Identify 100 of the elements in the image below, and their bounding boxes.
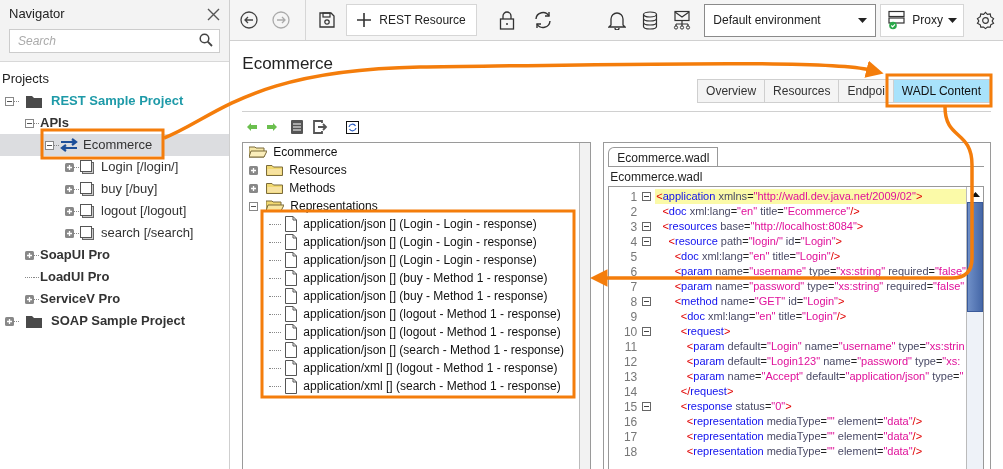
page-icon: [80, 182, 94, 196]
refresh-icon[interactable]: [532, 10, 553, 30]
code-line: <param default="Login" name="username" type="xs:strin: [685, 339, 966, 354]
database-icon[interactable]: [642, 10, 659, 30]
tree-item[interactable]: logout [/logout]: [101, 201, 187, 221]
bell-icon[interactable]: [608, 10, 627, 30]
code-line: <param name="username" type="xs:string" required="false": [673, 264, 966, 279]
swap-arrows-icon: [60, 138, 78, 152]
tree-item[interactable]: application/json [] (Login - Login - response): [303, 251, 537, 269]
sync-icon[interactable]: [346, 120, 360, 134]
fold-icon[interactable]: [641, 237, 651, 246]
lock-icon[interactable]: [498, 10, 515, 30]
fold-icon[interactable]: [641, 192, 651, 201]
scrollbar[interactable]: [966, 187, 983, 469]
section-label: Projects: [2, 70, 49, 89]
line-number: 1: [629, 188, 638, 206]
tree-item[interactable]: APIs: [40, 113, 69, 133]
editor-title: Ecommerce: [242, 52, 333, 75]
tree-item[interactable]: buy [/buy]: [101, 179, 158, 199]
line-number: 2: [629, 203, 638, 221]
expand-icon[interactable]: [65, 184, 74, 194]
code-line: <method name="GET" id="Login">: [673, 294, 846, 309]
collapse-icon[interactable]: [5, 96, 14, 106]
tree-item[interactable]: Resources: [289, 161, 347, 179]
list-icon[interactable]: [291, 120, 304, 134]
collapse-icon[interactable]: [249, 201, 259, 211]
code-line: <param default="Login123" name="password" type="xs:: [685, 354, 962, 369]
line-number: 10: [622, 323, 638, 341]
code-line: <resource path="login/" id="Login">: [667, 234, 844, 249]
add-resource-button[interactable]: REST Resource: [346, 4, 477, 36]
line-number: 3: [629, 218, 638, 236]
code-line: <param name="Accept" default="application/json" type=": [685, 369, 965, 384]
tab[interactable]: WADL Content: [892, 79, 990, 103]
tree-item[interactable]: LoadUI Pro: [40, 267, 110, 287]
code-line: <representation mediaType="" element="data"/>: [685, 414, 924, 429]
scrollbar[interactable]: [579, 143, 591, 469]
code-line: <response status="0">: [679, 399, 793, 414]
tree-item[interactable]: application/json [] (search - Method 1 - response): [303, 341, 565, 359]
expand-icon[interactable]: [25, 250, 34, 260]
expand-icon[interactable]: [65, 206, 74, 216]
page-icon: [80, 226, 94, 240]
server-check-icon: [887, 10, 908, 30]
fold-icon[interactable]: [641, 222, 651, 231]
network-icon[interactable]: [672, 10, 693, 30]
environment-dropdown[interactable]: Default environment: [704, 3, 877, 37]
folder-icon: [26, 314, 42, 328]
tab[interactable]: Endpoi: [838, 79, 894, 103]
export-icon[interactable]: [313, 120, 329, 134]
save-icon[interactable]: [318, 11, 337, 29]
tree-item[interactable]: application/json [] (Login - Login - response): [303, 215, 537, 233]
page-icon: [80, 160, 94, 174]
code-line: <doc xml:lang="en" title="Login"/>: [679, 309, 848, 324]
tree-item[interactable]: application/xml [] (search - Method 1 - response): [303, 377, 561, 395]
tree-item[interactable]: application/xml [] (logout - Method 1 - response): [303, 359, 558, 377]
line-number: 11: [623, 338, 638, 356]
expand-icon[interactable]: [25, 294, 34, 304]
line-number: 13: [622, 368, 638, 386]
collapse-icon[interactable]: [45, 140, 54, 150]
tree-item[interactable]: SOAP Sample Project: [51, 311, 186, 331]
search-field[interactable]: Search: [9, 29, 221, 53]
settings-icon[interactable]: [976, 10, 995, 30]
file-tab[interactable]: Ecommerce.wadl: [608, 147, 719, 167]
document-icon: [285, 360, 298, 376]
tree-item[interactable]: Ecommerce: [273, 143, 338, 161]
proxy-button[interactable]: Proxy: [880, 3, 964, 37]
fold-icon[interactable]: [641, 297, 651, 306]
collapse-icon[interactable]: [25, 118, 34, 128]
close-icon[interactable]: [207, 7, 221, 21]
expand-icon[interactable]: [249, 183, 259, 193]
tree-item[interactable]: search [/search]: [101, 223, 194, 243]
expand-icon[interactable]: [65, 228, 74, 238]
panel-title: Navigator: [9, 5, 65, 24]
tree-item[interactable]: application/json [] (logout - Method 1 - response): [303, 323, 561, 341]
tree-item[interactable]: Methods: [289, 179, 336, 197]
back-icon[interactable]: [239, 10, 260, 30]
expand-icon[interactable]: [5, 316, 14, 326]
line-number: 14: [622, 383, 638, 401]
fold-icon[interactable]: [641, 402, 651, 411]
tree-item[interactable]: ServiceV Pro: [40, 289, 121, 309]
tab[interactable]: Overview: [697, 79, 766, 103]
tree-item[interactable]: SoapUI Pro: [40, 245, 111, 265]
expand-icon[interactable]: [249, 165, 259, 175]
tree-item[interactable]: application/json [] (buy - Method 1 - response): [303, 269, 548, 287]
document-icon: [285, 288, 298, 304]
tree-item[interactable]: application/json [] (Login - Login - response): [303, 233, 537, 251]
tree-item[interactable]: application/json [] (buy - Method 1 - response): [303, 287, 548, 305]
tree-item[interactable]: Representations: [290, 197, 378, 215]
document-icon: [285, 270, 298, 286]
caret-icon: [858, 17, 868, 23]
fold-icon[interactable]: [641, 327, 651, 336]
page-icon: [80, 204, 94, 218]
search-icon[interactable]: [199, 33, 214, 47]
tab[interactable]: Resources: [764, 79, 840, 103]
tree-item[interactable]: Ecommerce: [83, 135, 153, 155]
code-line: <resources base="http://localhost:8084">: [661, 219, 865, 234]
expand-icon[interactable]: [65, 162, 74, 172]
document-icon: [285, 306, 298, 322]
document-icon: [285, 378, 298, 394]
tree-item[interactable]: application/json [] (logout - Method 1 - response): [303, 305, 561, 323]
tree-item[interactable]: Login [/login/]: [101, 157, 179, 177]
